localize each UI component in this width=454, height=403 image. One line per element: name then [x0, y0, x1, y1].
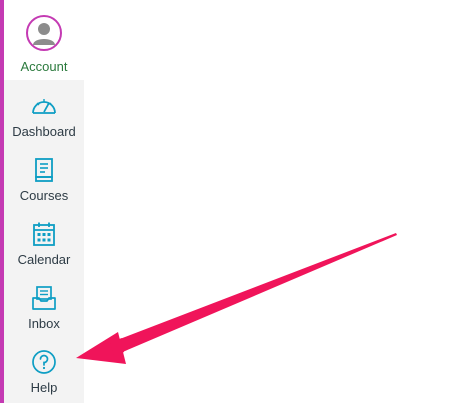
- nav-item-help[interactable]: Help: [4, 340, 84, 403]
- nav-item-label: Account: [20, 59, 68, 74]
- courses-icon: [33, 156, 55, 184]
- user-avatar-icon: [33, 23, 55, 45]
- nav-item-label: Help: [30, 380, 58, 395]
- nav-item-courses[interactable]: Courses: [4, 148, 84, 212]
- nav-item-account[interactable]: Account: [4, 0, 84, 80]
- nav-item-label: Calendar: [17, 252, 71, 267]
- inbox-icon: [31, 284, 57, 312]
- nav-item-dashboard[interactable]: Dashboard: [4, 84, 84, 148]
- calendar-icon: [32, 220, 56, 248]
- help-icon: [31, 348, 57, 376]
- nav-item-calendar[interactable]: Calendar: [4, 212, 84, 276]
- nav-item-label: Dashboard: [12, 124, 76, 139]
- global-navigation: Account Dashboard Courses Calendar Inbox…: [4, 0, 84, 403]
- dashboard-icon: [30, 92, 58, 120]
- avatar: [26, 15, 62, 51]
- nav-item-label: Inbox: [28, 316, 60, 331]
- canvas-page: Account Dashboard Courses Calendar Inbox…: [0, 0, 454, 403]
- nav-item-inbox[interactable]: Inbox: [4, 276, 84, 340]
- nav-item-label: Courses: [19, 188, 69, 203]
